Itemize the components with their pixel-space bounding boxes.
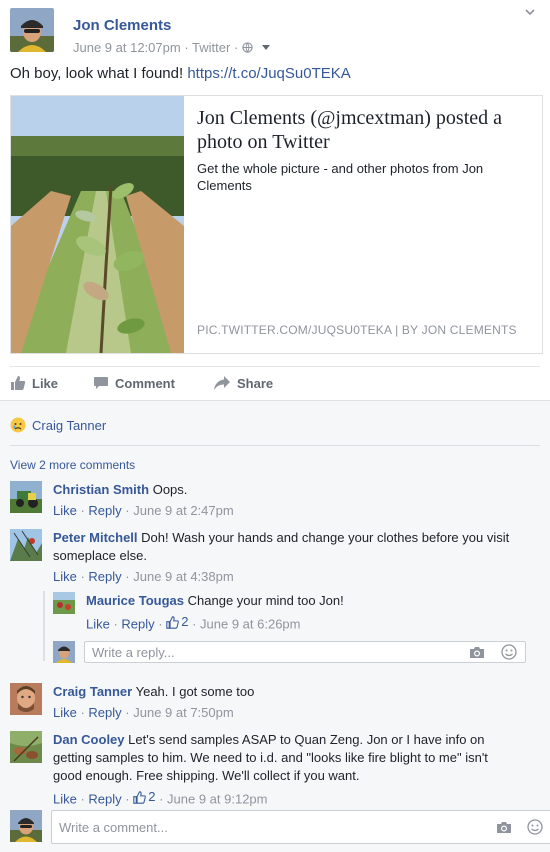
- comment-time[interactable]: June 9 at 9:12pm: [167, 792, 267, 807]
- comment-input[interactable]: Write a comment...: [51, 810, 550, 844]
- reply-input-row: Write a reply...: [53, 641, 526, 663]
- chevron-down-icon[interactable]: [524, 6, 536, 18]
- share-icon: [214, 376, 230, 390]
- commenter-name[interactable]: Craig Tanner: [53, 684, 132, 699]
- comment-body: Peter Mitchell Doh! Wash your hands and …: [53, 529, 538, 586]
- my-avatar: [10, 810, 42, 842]
- post-meta: June 9 at 12:07pm · Twitter ·: [73, 40, 271, 55]
- comment-reply-link[interactable]: Reply: [88, 503, 121, 518]
- globe-icon[interactable]: [242, 42, 253, 53]
- comment-like-link[interactable]: Like: [53, 705, 77, 720]
- divider: [10, 366, 540, 367]
- thumbs-up-icon: [11, 376, 26, 390]
- post-source[interactable]: Twitter: [192, 40, 230, 55]
- post-text: Oh boy, look what I found! https://t.co/…: [10, 65, 351, 82]
- separator: [10, 445, 540, 446]
- comment-body: Craig Tanner Yeah. I got some too Like ·…: [53, 684, 255, 720]
- author-avatar[interactable]: [10, 8, 54, 52]
- comment-reply-link[interactable]: Reply: [88, 705, 121, 720]
- thumbs-up-icon: [133, 790, 147, 804]
- reply-thread-line: [43, 591, 45, 661]
- author-name[interactable]: Jon Clements: [73, 17, 171, 34]
- comment-button[interactable]: Comment: [93, 375, 175, 391]
- comment-time[interactable]: June 9 at 7:50pm: [133, 705, 233, 720]
- comment-time[interactable]: June 9 at 6:26pm: [200, 617, 300, 632]
- camera-icon[interactable]: [469, 646, 485, 659]
- card-thumbnail[interactable]: [11, 96, 184, 353]
- reply-input[interactable]: Write a reply...: [84, 641, 526, 663]
- comment-reply-link[interactable]: Reply: [88, 792, 121, 807]
- commenter-avatar[interactable]: [10, 529, 42, 561]
- audience-caret-icon[interactable]: [261, 44, 271, 52]
- comment-meta: Like · Reply · June 9 at 2:47pm: [53, 503, 234, 518]
- post-timestamp[interactable]: June 9 at 12:07pm: [73, 40, 181, 55]
- comment-time[interactable]: June 9 at 4:38pm: [133, 569, 233, 584]
- thumbs-up-icon: [166, 615, 180, 629]
- comment-time[interactable]: June 9 at 2:47pm: [133, 503, 233, 518]
- commenter-name[interactable]: Maurice Tougas: [86, 593, 184, 608]
- card-title[interactable]: Jon Clements (@jmcextman) posted a photo…: [197, 106, 537, 154]
- commenter-name[interactable]: Peter Mitchell: [53, 530, 138, 545]
- comment-like-link[interactable]: Like: [53, 569, 77, 584]
- emoji-icon[interactable]: [501, 644, 517, 660]
- comment-meta: Like · Reply · 2 · June 9 at 6:26pm: [86, 613, 301, 632]
- comment-meta: Like · Reply · 2 · June 9 at 9:12pm: [53, 788, 268, 807]
- comment-like-count[interactable]: 2: [133, 788, 155, 806]
- comment-like-count[interactable]: 2: [166, 613, 188, 631]
- reactor-name[interactable]: Craig Tanner: [32, 418, 106, 433]
- post-actions: Like Comment Share: [10, 375, 540, 397]
- comment-body: Christian Smith Oops. Like · Reply · Jun…: [53, 482, 234, 518]
- view-more-comments[interactable]: View 2 more comments: [10, 458, 135, 472]
- comment-like-link[interactable]: Like: [53, 503, 77, 518]
- comment-meta: Like · Reply · June 9 at 7:50pm: [53, 705, 234, 720]
- comment-like-link[interactable]: Like: [53, 792, 77, 807]
- comment-like-link[interactable]: Like: [86, 617, 110, 632]
- facebook-post: Jon Clements June 9 at 12:07pm · Twitter…: [0, 0, 550, 852]
- reactions-row[interactable]: Craig Tanner: [10, 417, 106, 433]
- share-button[interactable]: Share: [213, 375, 273, 391]
- post-link[interactable]: https://t.co/JuqSu0TEKA: [187, 65, 350, 82]
- comments-section: Craig Tanner View 2 more comments Christ…: [0, 400, 550, 852]
- emoji-icon[interactable]: [527, 819, 543, 835]
- comment-reply-link[interactable]: Reply: [121, 617, 154, 632]
- comment-input-row: Write a comment...: [10, 810, 550, 844]
- commenter-avatar[interactable]: [10, 731, 42, 763]
- commenter-name[interactable]: Dan Cooley: [53, 732, 125, 747]
- comment-meta: Like · Reply · June 9 at 4:38pm: [53, 569, 234, 584]
- commenter-avatar[interactable]: [10, 683, 42, 715]
- like-button[interactable]: Like: [10, 375, 58, 391]
- card-body: Jon Clements (@jmcextman) posted a photo…: [197, 106, 537, 194]
- my-avatar: [53, 641, 75, 663]
- commenter-avatar[interactable]: [10, 481, 42, 513]
- commenter-name[interactable]: Christian Smith: [53, 482, 149, 497]
- comment-body: Maurice Tougas Change your mind too Jon!…: [86, 593, 344, 632]
- comment-body: Dan Cooley Let's send samples ASAP to Qu…: [53, 731, 538, 809]
- sad-reaction-icon: [10, 417, 26, 433]
- link-preview-card[interactable]: Jon Clements (@jmcextman) posted a photo…: [10, 95, 543, 354]
- comment-reply-link[interactable]: Reply: [88, 569, 121, 584]
- card-source: PIC.TWITTER.COM/JUQSU0TEKA | BY JON CLEM…: [197, 323, 517, 337]
- commenter-avatar[interactable]: [53, 592, 75, 614]
- camera-icon[interactable]: [496, 821, 512, 834]
- comment-icon: [94, 377, 108, 389]
- card-description: Get the whole picture - and other photos…: [197, 161, 484, 193]
